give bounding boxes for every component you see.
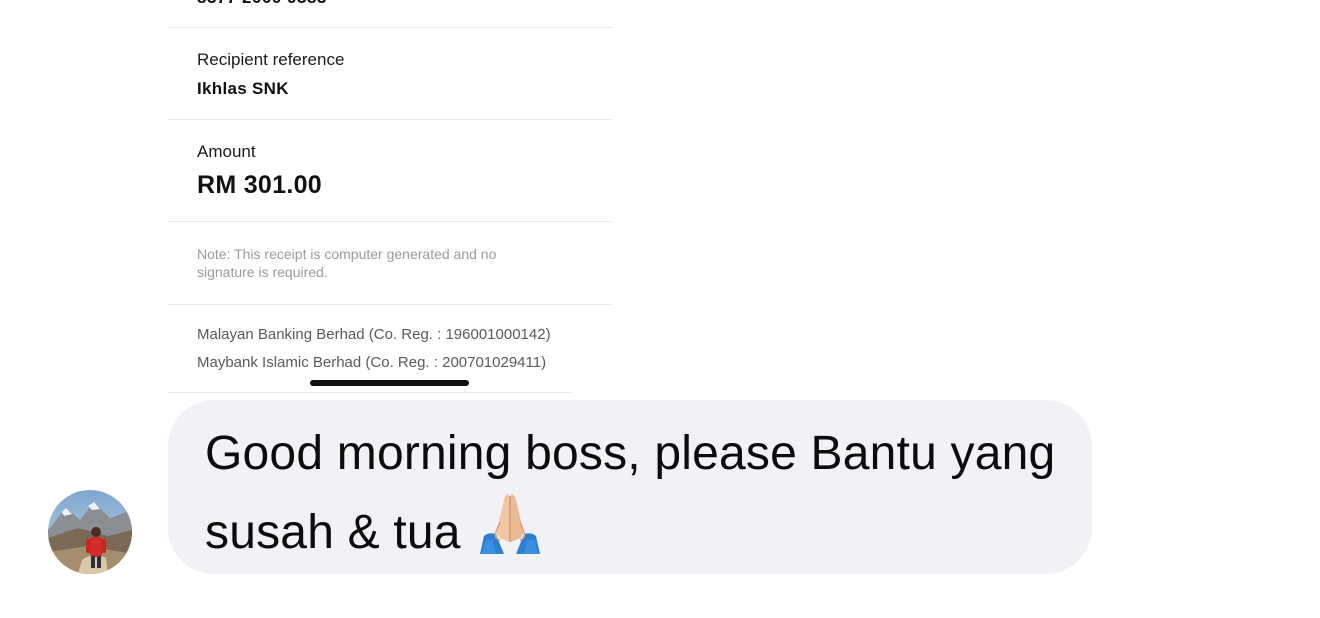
account-number-partial: 8377 2000 9383 [197,0,327,8]
divider [168,221,612,222]
receipt-note-line2: signature is required. [197,264,328,280]
recipient-reference-label: Recipient reference [197,50,345,69]
divider [168,119,612,120]
message-text-line2-wrap: susah & tua [205,492,542,566]
amount-label: Amount [197,142,256,161]
message-bubble[interactable]: Good morning boss, please Bantu yang sus… [168,400,1092,574]
profile-photo-icon [48,490,132,574]
folded-hands-emoji-icon [478,492,542,566]
divider [168,27,612,28]
receipt-image[interactable]: 8377 2000 9383 Recipient reference Ikhla… [168,0,612,393]
recipient-reference-value: Ikhlas SNK [197,79,289,98]
amount-value: RM 301.00 [197,171,322,199]
bank-registration-line1: Malayan Banking Berhad (Co. Reg. : 19600… [197,326,551,343]
sender-avatar[interactable] [48,490,132,574]
receipt-note-line1: Note: This receipt is computer generated… [197,246,497,262]
divider [168,304,612,305]
message-text-line1: Good morning boss, please Bantu yang [205,427,1056,480]
divider [168,392,572,393]
message-text-line2: susah & tua [205,506,461,559]
bank-registration-line2: Maybank Islamic Berhad (Co. Reg. : 20070… [197,354,547,371]
home-indicator [310,380,469,386]
